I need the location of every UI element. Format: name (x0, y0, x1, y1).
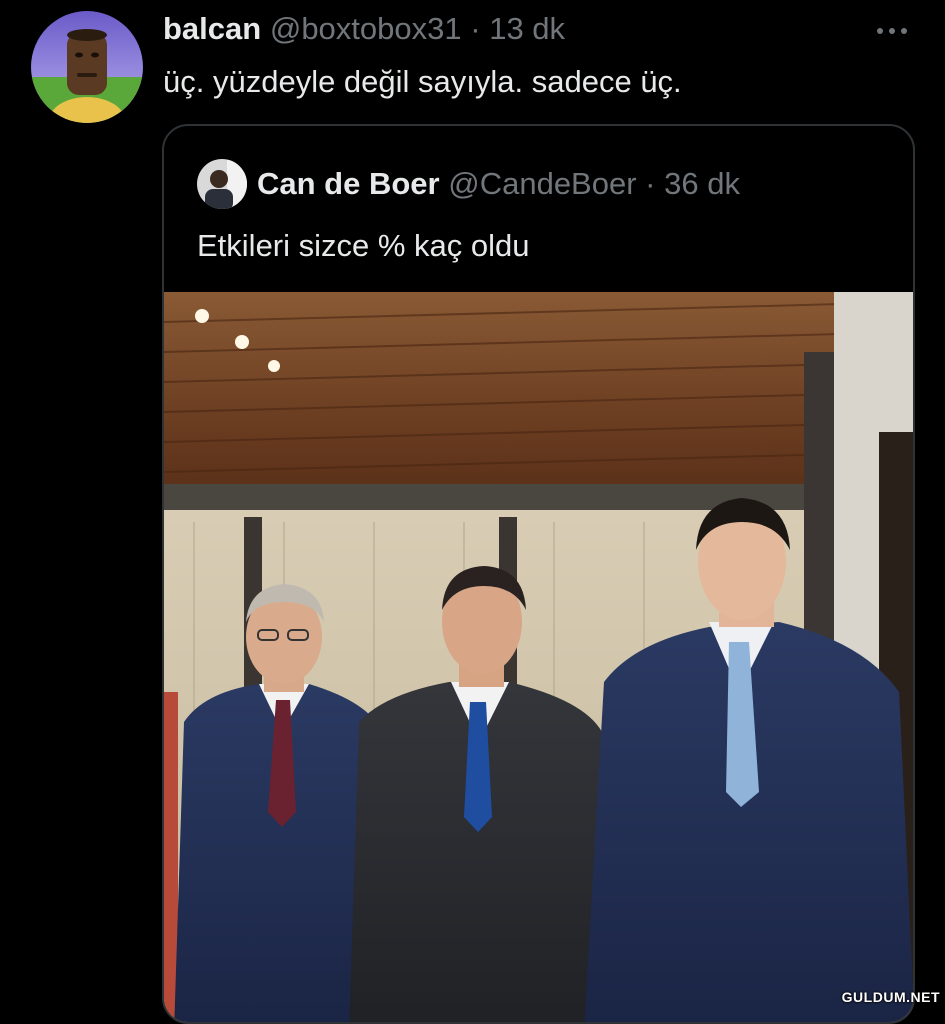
user-avatar[interactable] (31, 11, 143, 123)
quoted-tweet-text: Etkileri sizce % kaç oldu (197, 228, 530, 263)
separator: · (470, 11, 481, 46)
quoted-user-avatar[interactable] (197, 159, 247, 209)
quoted-timestamp[interactable]: 36 dk (664, 166, 740, 201)
quoted-display-name[interactable]: Can de Boer (257, 166, 440, 201)
tweet: balcan @boxtobox31 · 13 dk üç. yüzdeyle … (0, 0, 945, 1024)
timestamp[interactable]: 13 dk (489, 11, 565, 46)
quoted-tweet-photo[interactable] (164, 292, 913, 1022)
quoted-tweet-header: Can de Boer @CandeBoer · 36 dk (257, 164, 740, 204)
user-handle[interactable]: @boxtobox31 (270, 11, 462, 46)
watermark: GULDUM.NET (841, 989, 940, 1005)
more-horizontal-icon[interactable] (870, 12, 914, 42)
display-name[interactable]: balcan (163, 11, 261, 46)
quoted-tweet[interactable]: Can de Boer @CandeBoer · 36 dk Etkileri … (162, 124, 915, 1024)
tweet-header: balcan @boxtobox31 · 13 dk (163, 10, 565, 48)
tweet-text: üç. yüzdeyle değil sayıyla. sadece üç. (163, 64, 682, 99)
quoted-user-handle[interactable]: @CandeBoer (448, 166, 636, 201)
quoted-separator: · (645, 166, 656, 201)
